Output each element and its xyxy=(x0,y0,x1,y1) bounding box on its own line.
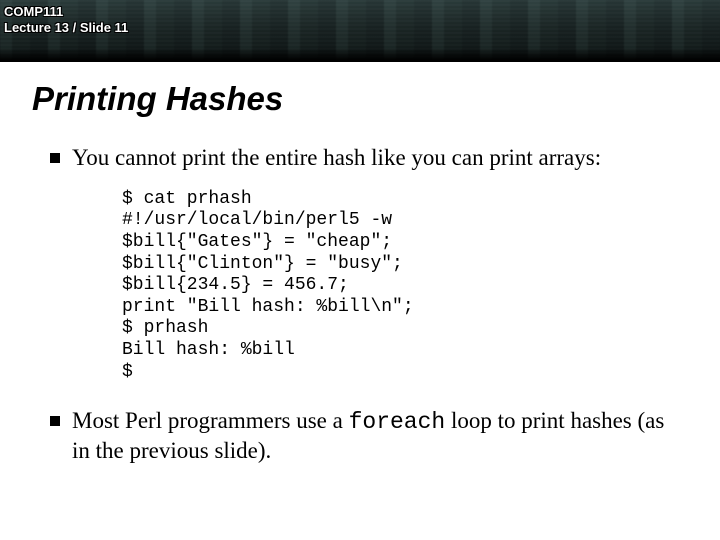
list-item: Most Perl programmers use a foreach loop… xyxy=(50,407,696,466)
slide-header: COMP111 Lecture 13 / Slide 11 xyxy=(0,0,720,62)
bullet-text: You cannot print the entire hash like yo… xyxy=(72,145,601,170)
slide-meta: COMP111 Lecture 13 / Slide 11 xyxy=(0,0,720,37)
course-code: COMP111 xyxy=(4,4,714,20)
header-fade xyxy=(0,48,720,62)
slide-body: Printing Hashes You cannot print the ent… xyxy=(0,62,720,540)
list-item: You cannot print the entire hash like yo… xyxy=(50,144,696,383)
code-block: $ cat prhash #!/usr/local/bin/perl5 -w $… xyxy=(122,189,686,383)
bullet-pre: Most Perl programmers use a xyxy=(72,408,349,433)
inline-code-foreach: foreach xyxy=(349,409,446,435)
bullet-list: You cannot print the entire hash like yo… xyxy=(24,144,696,466)
lecture-slide: Lecture 13 / Slide 11 xyxy=(4,20,714,36)
page-title: Printing Hashes xyxy=(32,80,696,118)
